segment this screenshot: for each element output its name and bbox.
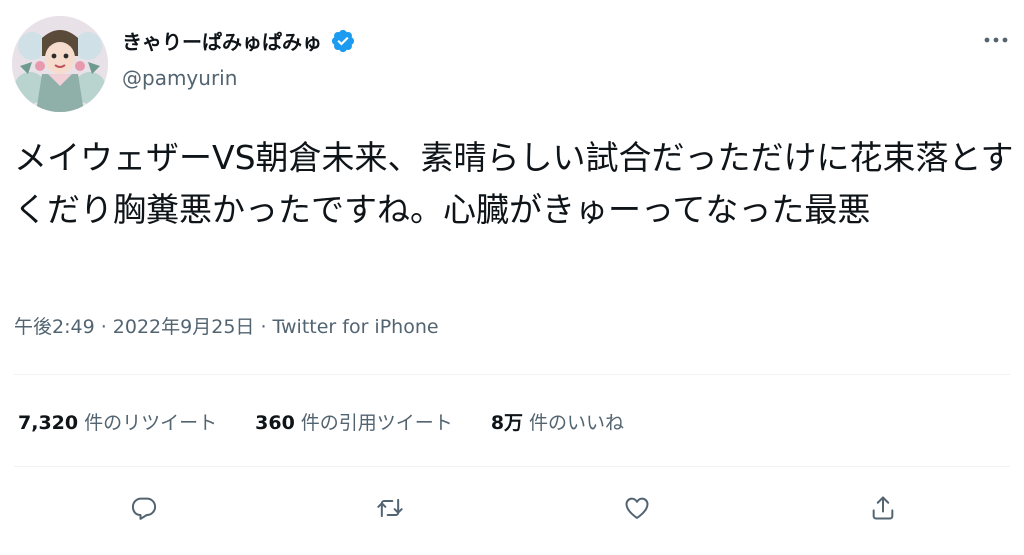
author-name-row: きゃりーぱみゅぱみゅ <box>122 26 356 55</box>
quote-count-label: 件の引用ツイート <box>300 412 453 434</box>
retweet-count-label: 件のリツイート <box>84 412 218 434</box>
tweet-date[interactable]: 2022年9月25日 <box>113 316 255 338</box>
heart-icon <box>625 497 649 519</box>
share-button[interactable] <box>861 486 905 530</box>
share-icon <box>872 496 894 520</box>
user-handle[interactable]: @pamyurin <box>122 66 237 90</box>
retweet-count-value: 7,320 <box>18 412 79 434</box>
reply-icon <box>131 497 157 520</box>
retweet-count[interactable]: 7,320 件のリツイート <box>18 408 217 435</box>
meta-separator: · <box>254 316 273 338</box>
like-count-label: 件のいいね <box>529 412 625 434</box>
quote-count-value: 360 <box>255 412 295 434</box>
divider <box>14 466 1010 467</box>
tweet-meta: 午後2:49 · 2022年9月25日 · Twitter for iPhone <box>14 312 439 339</box>
like-button[interactable] <box>615 486 659 530</box>
avatar-image <box>12 16 108 112</box>
retweet-icon <box>377 498 403 518</box>
reply-button[interactable] <box>122 486 166 530</box>
like-count[interactable]: 8万 件のいいね <box>491 408 624 435</box>
action-bar <box>0 486 1024 534</box>
more-dots-icon[interactable] <box>978 28 1014 52</box>
verified-badge-icon <box>331 29 355 52</box>
like-count-value: 8万 <box>490 412 524 434</box>
quote-count[interactable]: 360 件の引用ツイート <box>255 408 453 435</box>
divider <box>14 374 1010 375</box>
tweet-text: メイウェザーVS朝倉未来、素晴らしい試合だっただけに花束落とすくだり胸糞悪かった… <box>14 138 1014 229</box>
tweet-stats: 7,320 件のリツイート 360 件の引用ツイート 8万 件のいいね <box>18 408 662 435</box>
avatar[interactable] <box>12 16 108 112</box>
retweet-button[interactable] <box>368 486 412 530</box>
tweet-time[interactable]: 午後2:49 <box>14 316 95 338</box>
tweet-source[interactable]: Twitter for iPhone <box>273 316 439 338</box>
display-name[interactable]: きゃりーぱみゅぱみゅ <box>122 26 322 55</box>
meta-separator: · <box>94 316 113 338</box>
